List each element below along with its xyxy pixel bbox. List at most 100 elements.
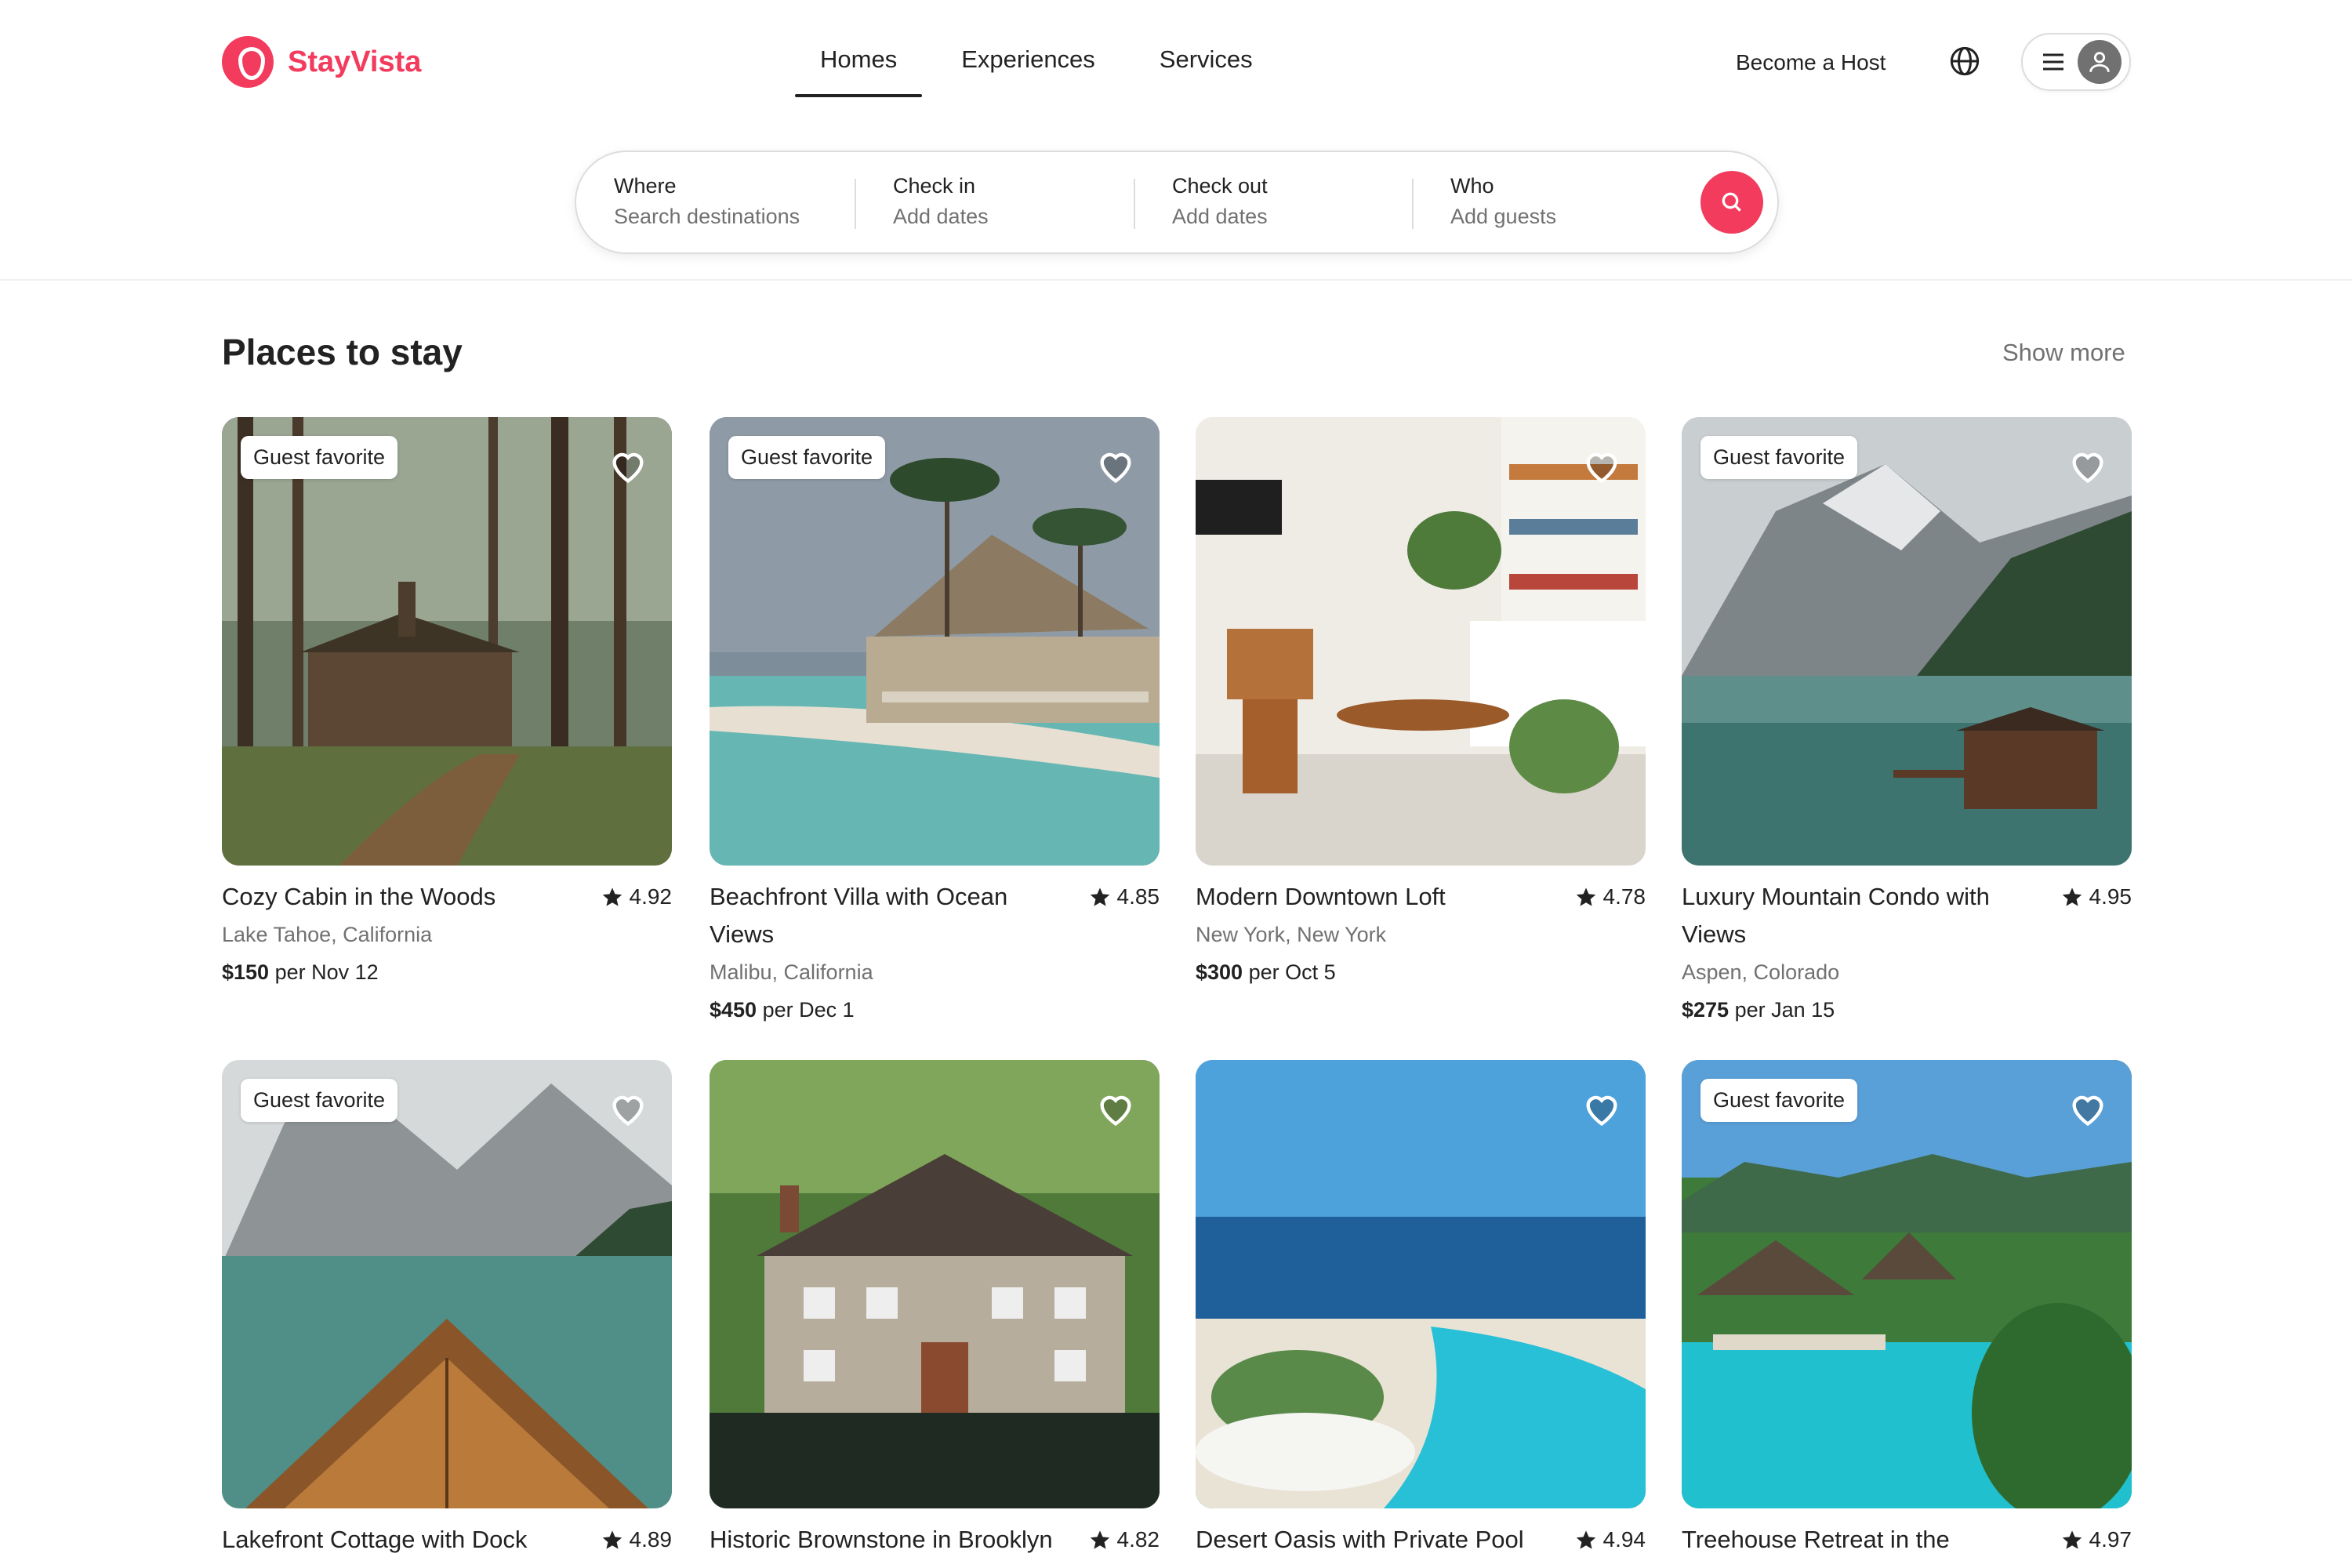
listing-card[interactable]: Guest favorite Beachfront Villa with Oce…: [710, 417, 1160, 1029]
beach-villa-photo: [710, 417, 1160, 866]
who-placeholder: Add guests: [1450, 205, 1557, 228]
listing-photo[interactable]: Guest favorite: [1682, 417, 2132, 866]
heart-icon[interactable]: [1581, 1088, 1622, 1129]
search-button[interactable]: [1700, 171, 1763, 234]
listing-title: Historic Brownstone in Brooklyn: [710, 1526, 1053, 1553]
listing-card[interactable]: Guest favorite Treehouse Retreat in the …: [1682, 1060, 2132, 1559]
star-icon: [1576, 887, 1595, 906]
search-check-out[interactable]: Check out Add dates: [1172, 174, 1268, 229]
treehouse-photo: [1682, 1060, 2132, 1508]
search-icon: [1722, 192, 1741, 212]
listing-price: $300: [1196, 960, 1243, 984]
heart-icon[interactable]: [608, 445, 648, 486]
lakefront-boat-photo: [222, 1060, 672, 1508]
star-icon: [2062, 887, 2082, 906]
search-check-in[interactable]: Check in Add dates: [893, 174, 989, 229]
listing-date: per Oct 5: [1248, 960, 1336, 984]
listing-date: per Dec 1: [762, 998, 855, 1022]
listing-info: Modern Downtown Loft 4.78 New York, New …: [1196, 878, 1646, 991]
heart-icon[interactable]: [608, 1088, 648, 1129]
guest-favorite-badge: Guest favorite: [241, 436, 398, 479]
brownstone-photo: [710, 1060, 1160, 1508]
rating-value: 4.94: [1602, 1527, 1646, 1552]
language-button[interactable]: [1946, 42, 1984, 80]
heart-icon[interactable]: [2067, 445, 2108, 486]
loft-photo: [1196, 417, 1646, 866]
listing-price-line: $300 per Oct 5: [1196, 953, 1646, 991]
tab-homes[interactable]: Homes: [795, 41, 923, 97]
listing-info: Desert Oasis with Private Pool 4.94: [1196, 1521, 1646, 1559]
rating-value: 4.95: [2089, 884, 2132, 909]
listing-title: Beachfront Villa with Ocean Views: [710, 883, 1008, 948]
globe-icon: [1950, 46, 1980, 76]
heart-icon[interactable]: [1095, 1088, 1136, 1129]
listing-price: $150: [222, 960, 270, 984]
listing-info: Lakefront Cottage with Dock 4.89: [222, 1521, 672, 1559]
check-out-placeholder: Add dates: [1172, 205, 1268, 228]
star-icon: [1576, 1530, 1595, 1549]
search-who[interactable]: Who Add guests: [1450, 174, 1556, 229]
listing-info: Luxury Mountain Condo with Views 4.95 As…: [1682, 878, 2132, 1029]
check-out-label: Check out: [1172, 174, 1268, 198]
become-host-link[interactable]: Become a Host: [1736, 50, 1886, 75]
listing-title: Lakefront Cottage with Dock: [222, 1526, 528, 1553]
listing-price-line: $275 per Jan 15: [1682, 991, 2132, 1029]
check-in-label: Check in: [893, 174, 976, 198]
where-label: Where: [614, 174, 677, 198]
listing-photo[interactable]: Guest favorite: [222, 1060, 672, 1508]
tab-services[interactable]: Services: [1134, 41, 1278, 96]
listing-rating: 4.82: [1089, 1521, 1160, 1559]
listing-info: Historic Brownstone in Brooklyn 4.82: [710, 1521, 1160, 1559]
heart-icon[interactable]: [1581, 445, 1622, 486]
check-in-placeholder: Add dates: [893, 205, 989, 228]
listing-card[interactable]: Guest favorite Luxury Mountain Condo wit…: [1682, 417, 2132, 1029]
listing-card[interactable]: Guest favorite Lakefront Cottage with Do…: [222, 1060, 672, 1559]
where-placeholder: Search destinations: [614, 205, 800, 228]
heart-icon[interactable]: [2067, 1088, 2108, 1129]
listing-date: per Nov 12: [274, 960, 379, 984]
mountain-lake-photo: [1682, 417, 2132, 866]
heart-icon[interactable]: [1095, 445, 1136, 486]
section-title: Places to stay: [222, 332, 463, 372]
listing-card[interactable]: Historic Brownstone in Brooklyn 4.82: [710, 1060, 1160, 1559]
rating-value: 4.97: [2089, 1527, 2132, 1552]
listing-card[interactable]: Guest favorite Cozy Cabin in the Woods 4…: [222, 417, 672, 991]
search-divider: [855, 179, 856, 229]
guest-favorite-badge: Guest favorite: [1700, 436, 1858, 479]
rating-value: 4.92: [629, 884, 673, 909]
rating-value: 4.78: [1602, 884, 1646, 909]
listing-rating: 4.94: [1575, 1521, 1646, 1559]
listing-date: per Jan 15: [1734, 998, 1835, 1022]
brand-logo[interactable]: StayVista: [222, 36, 421, 88]
listing-photo[interactable]: [710, 1060, 1160, 1508]
listing-rating: 4.89: [601, 1521, 672, 1559]
search-bar: Where Search destinations Check in Add d…: [575, 151, 1779, 254]
logo-icon: [222, 36, 274, 88]
user-menu-button[interactable]: [2021, 33, 2131, 91]
listing-info: Treehouse Retreat in the 4.97: [1682, 1521, 2132, 1559]
listing-photo[interactable]: Guest favorite: [222, 417, 672, 866]
listing-info: Cozy Cabin in the Woods 4.92 Lake Tahoe,…: [222, 878, 672, 991]
listing-card[interactable]: Desert Oasis with Private Pool 4.94: [1196, 1060, 1646, 1559]
top-header: StayVista Homes Experiences Services Bec…: [0, 0, 2352, 281]
main-nav: Homes Experiences Services: [795, 41, 1278, 97]
pool-oasis-photo: [1196, 1060, 1646, 1508]
listing-photo[interactable]: [1196, 417, 1646, 866]
listing-card[interactable]: Modern Downtown Loft 4.78 New York, New …: [1196, 417, 1646, 991]
listing-title: Luxury Mountain Condo with Views: [1682, 883, 1990, 948]
listing-title: Cozy Cabin in the Woods: [222, 883, 496, 910]
listing-price: $275: [1682, 998, 1730, 1022]
search-where[interactable]: Where Search destinations: [614, 174, 800, 229]
search-divider: [1412, 179, 1414, 229]
star-icon: [1090, 887, 1109, 906]
listing-title: Desert Oasis with Private Pool: [1196, 1526, 1524, 1553]
listing-photo[interactable]: [1196, 1060, 1646, 1508]
listing-photo[interactable]: Guest favorite: [1682, 1060, 2132, 1508]
brand-name: StayVista: [288, 45, 422, 78]
listing-rating: 4.95: [2061, 878, 2132, 916]
listing-photo[interactable]: Guest favorite: [710, 417, 1160, 866]
listing-title: Modern Downtown Loft: [1196, 883, 1446, 910]
tab-experiences[interactable]: Experiences: [936, 41, 1120, 96]
show-more-link[interactable]: Show more: [2002, 339, 2125, 367]
listing-rating: 4.85: [1089, 878, 1160, 916]
